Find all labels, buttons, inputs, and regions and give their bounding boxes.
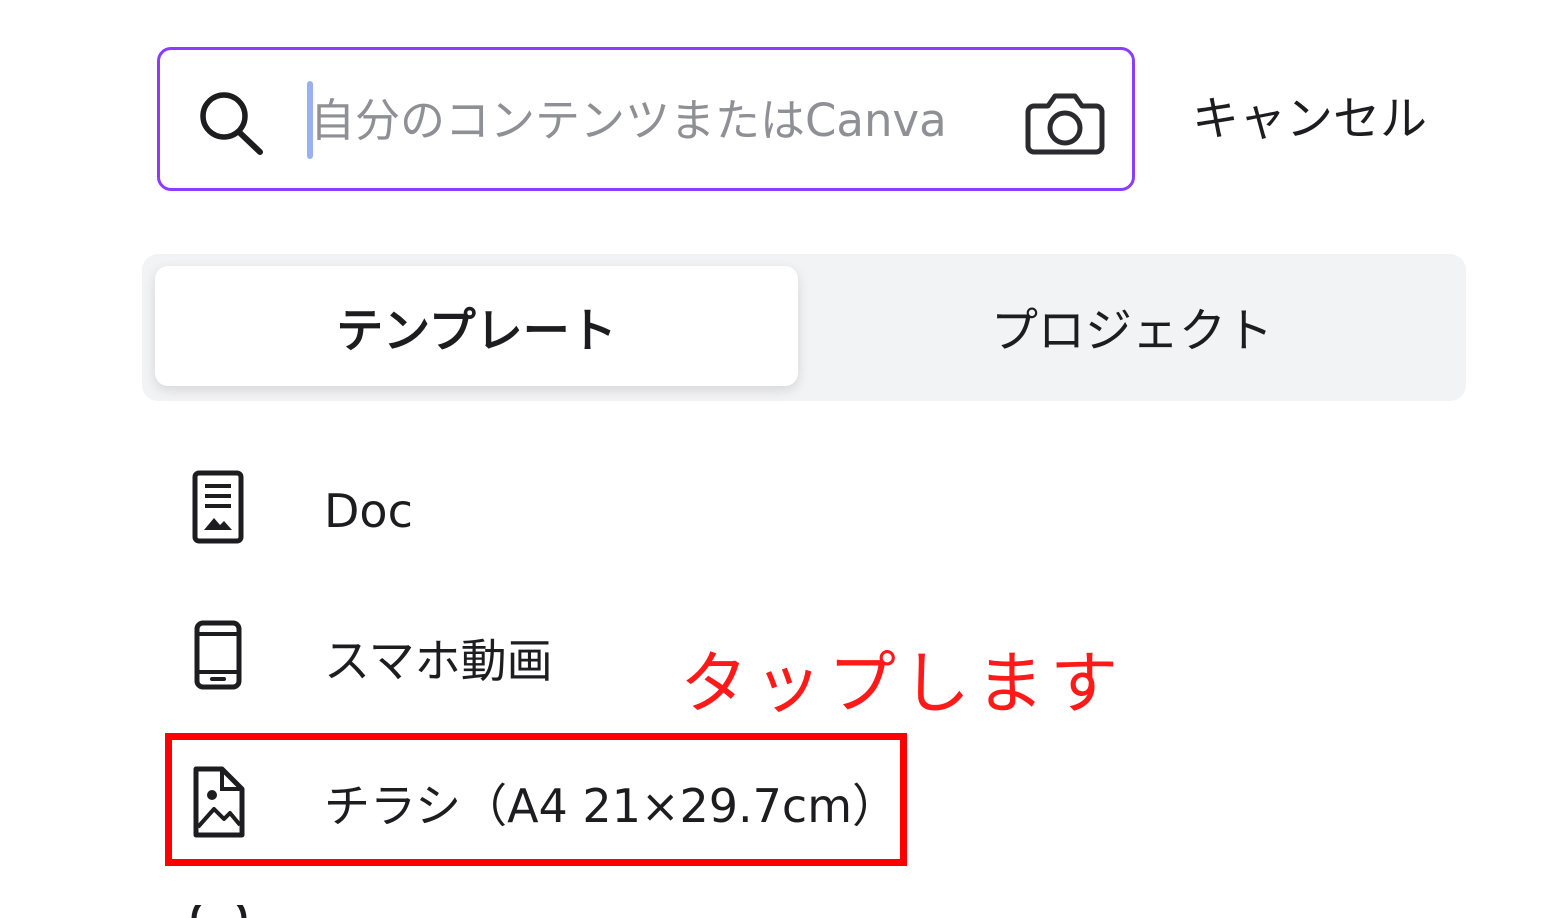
camera-icon[interactable] (1024, 90, 1106, 156)
search-icon (196, 88, 268, 156)
tab-projects[interactable]: プロジェクト (822, 266, 1442, 386)
annotation-label: タップします (680, 645, 1125, 724)
list-item-doc[interactable]: Doc (190, 470, 1090, 560)
list-item-label: Doc (324, 484, 413, 538)
annotation-highlight-box (165, 733, 907, 866)
canva-search-screen: 自分のコンテンツまたはCanva キャンセル テンプレート プロジェクト Doc (0, 0, 1542, 918)
partial-list-icon (190, 904, 248, 918)
search-scope-tabs: テンプレート プロジェクト (142, 254, 1466, 401)
doc-icon (190, 470, 248, 550)
cancel-button[interactable]: キャンセル (1192, 82, 1427, 158)
list-item-label: スマホ動画 (324, 634, 553, 688)
tab-templates[interactable]: テンプレート (155, 266, 798, 386)
phone-icon (190, 620, 248, 700)
search-placeholder: 自分のコンテンツまたはCanva (310, 94, 947, 147)
search-input[interactable]: 自分のコンテンツまたはCanva (157, 47, 1135, 191)
